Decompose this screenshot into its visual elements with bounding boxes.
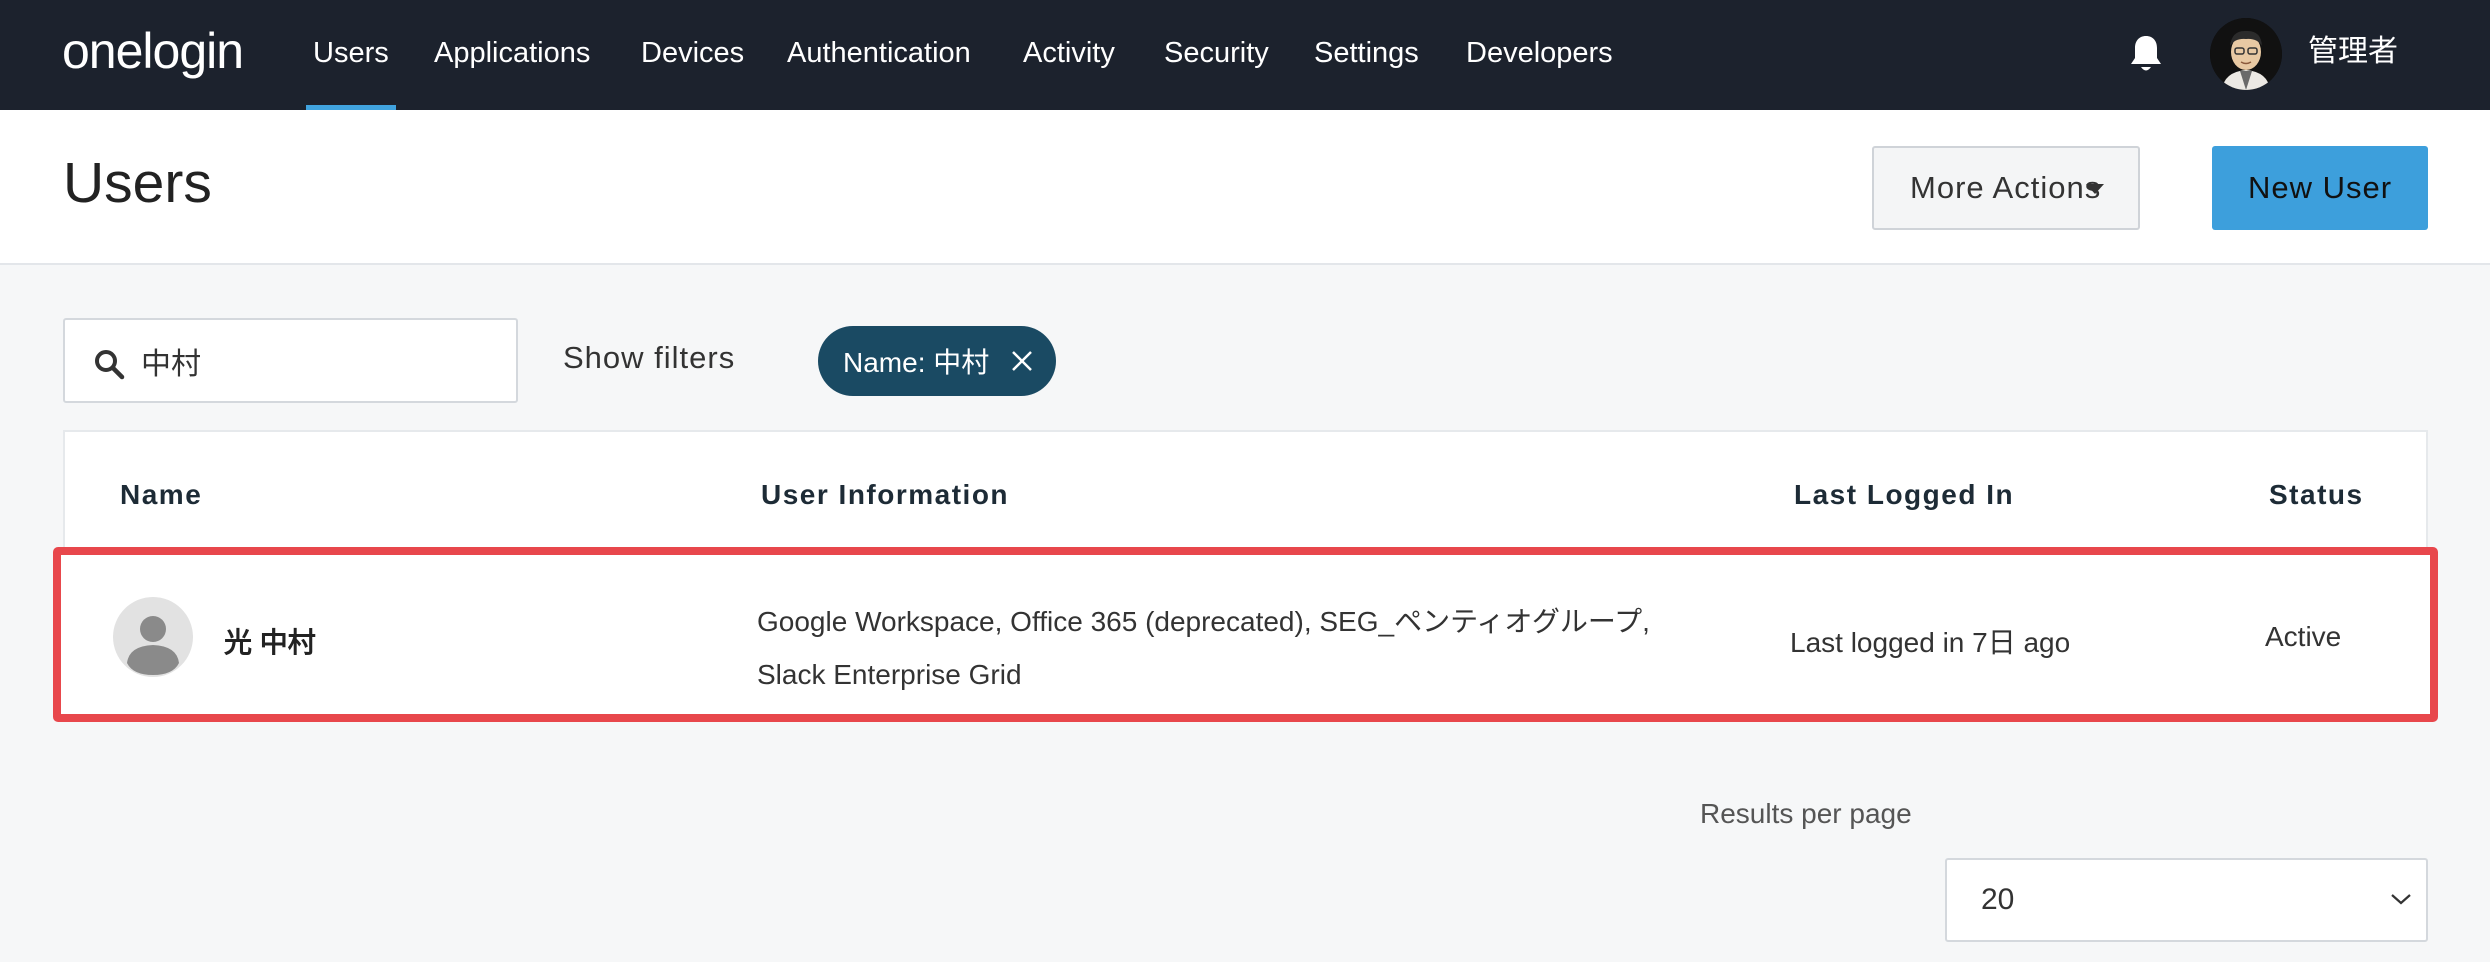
user-information: Google Workspace, Office 365 (deprecated… xyxy=(757,606,1650,690)
top-navbar: onelogin Users Applications Devices Auth… xyxy=(0,0,2490,110)
column-header-last-logged-in[interactable]: Last Logged In xyxy=(1794,479,2014,511)
new-user-button[interactable]: New User xyxy=(2212,146,2428,230)
filter-chip-label: Name: 中村 xyxy=(843,347,990,378)
nav-users[interactable]: Users xyxy=(306,0,396,110)
nav-security[interactable]: Security xyxy=(1164,0,1269,110)
column-header-status[interactable]: Status xyxy=(2269,479,2364,511)
results-per-page-select[interactable]: 20 xyxy=(1945,858,2428,942)
more-actions-label: More Actions xyxy=(1910,170,2102,205)
nav-activity[interactable]: Activity xyxy=(1023,0,1115,110)
bell-icon[interactable] xyxy=(2128,33,2164,75)
more-actions-button[interactable]: More Actions xyxy=(1872,146,2140,230)
results-per-page-label: Results per page xyxy=(1700,798,1912,829)
onelogin-logo[interactable]: onelogin xyxy=(62,20,244,82)
results-per-page-value: 20 xyxy=(1981,883,2015,916)
search-input[interactable] xyxy=(141,320,501,401)
page-title: Users xyxy=(63,151,212,215)
page-header: Users More Actions New User xyxy=(0,110,2490,265)
users-table: Name User Information Last Logged In Sta… xyxy=(53,430,2438,722)
user-avatar[interactable] xyxy=(2210,18,2282,90)
last-logged-in: Last logged in 7日 ago xyxy=(1790,627,2071,658)
nav-settings[interactable]: Settings xyxy=(1314,0,1419,110)
admin-portrait-icon xyxy=(2210,18,2282,90)
column-header-user-information: User Information xyxy=(761,479,1010,510)
nav-devices[interactable]: Devices xyxy=(641,0,744,110)
active-filter-chip[interactable]: Name: 中村 xyxy=(818,326,1056,396)
status-text: Active xyxy=(2265,621,2342,652)
show-filters-link[interactable]: Show filters xyxy=(563,340,735,376)
nav-applications[interactable]: Applications xyxy=(434,0,590,110)
user-menu-name[interactable]: 管理者 xyxy=(2308,0,2398,104)
caret-down-icon xyxy=(2086,184,2104,194)
nav-developers[interactable]: Developers xyxy=(1466,0,1613,110)
search-box[interactable] xyxy=(63,318,518,403)
default-avatar-icon xyxy=(113,597,193,677)
nav-authentication[interactable]: Authentication xyxy=(787,0,971,110)
chevron-down-icon xyxy=(2391,894,2411,905)
table-row[interactable]: 光 中村 Google Workspace, Office 365 (depre… xyxy=(53,547,2438,722)
user-name[interactable]: 光 中村 xyxy=(224,621,316,661)
column-header-name[interactable]: Name xyxy=(120,479,202,511)
close-icon[interactable] xyxy=(1010,349,1034,373)
search-icon xyxy=(95,350,125,380)
